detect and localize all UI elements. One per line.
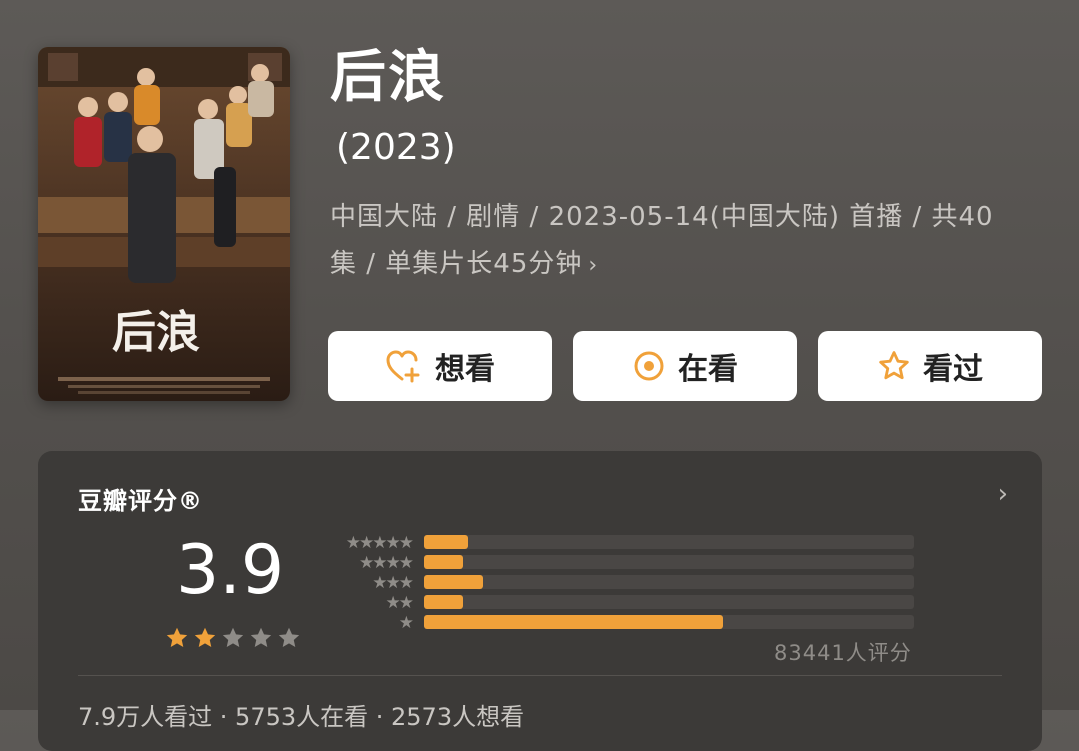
rating-bar-row-1: ★	[322, 613, 922, 633]
watched-label: 看过	[923, 352, 983, 387]
rating-bar-row-2: ★★	[322, 593, 922, 613]
audience-stats: 7.9万人看过 · 5753人在看 · 2573人想看	[78, 703, 525, 731]
rating-bar-fill-1	[424, 615, 723, 629]
rating-bar-track	[424, 535, 914, 549]
chevron-right-icon: ›	[588, 253, 599, 278]
rating-bar-stars-4: ★★★★	[359, 553, 414, 573]
meta-line-1: 中国大陆 / 剧情 / 2023-05-14(中国大陆) 首播 / 共40	[330, 202, 994, 232]
watching-button[interactable]: 在看	[573, 331, 797, 401]
rating-stars	[164, 625, 302, 651]
star-empty-icon	[250, 627, 272, 647]
rating-bar-track	[424, 615, 914, 629]
star-empty-icon	[222, 627, 244, 647]
watched-button[interactable]: 看过	[818, 331, 1042, 401]
rating-bar-fill-5	[424, 535, 468, 549]
rating-bar-stars-1: ★	[398, 613, 414, 633]
watching-label: 在看	[678, 352, 738, 387]
rating-bar-fill-4	[424, 555, 463, 569]
poster-image[interactable]: 后浪	[38, 47, 290, 401]
want-button[interactable]: 想看	[328, 331, 552, 401]
heart-plus-icon	[386, 350, 420, 383]
rating-bar-stars-2: ★★	[385, 593, 414, 613]
rating-bar-track	[424, 595, 914, 609]
poster-title: 后浪	[112, 307, 200, 358]
show-year: (2023)	[336, 127, 456, 168]
meta-line-2: 集 / 单集片长45分钟	[330, 249, 583, 279]
chevron-right-icon[interactable]: ›	[998, 479, 1008, 509]
rating-bar-fill-3	[424, 575, 483, 589]
rating-card[interactable]: 豆瓣评分® › 3.9 ★★★★★ ★★★★ ★★★ ★★ ★ 83441人评分 7.9…	[38, 451, 1042, 751]
rating-bar-track	[424, 555, 914, 569]
rating-bar-track	[424, 575, 914, 589]
rating-bar-stars-3: ★★★	[372, 573, 414, 593]
target-icon	[634, 351, 664, 381]
rating-bar-row-3: ★★★	[322, 573, 922, 593]
rating-score: 3.9	[176, 531, 285, 610]
show-meta[interactable]: 中国大陆 / 剧情 / 2023-05-14(中国大陆) 首播 / 共40 集 …	[330, 194, 1020, 289]
rating-bar-row-4: ★★★★	[322, 553, 922, 573]
rating-bar-row-5: ★★★★★	[322, 533, 922, 553]
rating-count[interactable]: 83441人评分	[774, 637, 912, 667]
rating-header: 豆瓣评分®	[78, 487, 203, 515]
divider	[78, 675, 1002, 676]
star-filled-icon	[194, 627, 216, 647]
show-title: 后浪	[330, 45, 446, 110]
rating-bar-fill-2	[424, 595, 463, 609]
want-label: 想看	[435, 352, 495, 387]
star-outline-icon	[879, 351, 909, 380]
star-filled-icon	[166, 627, 188, 647]
rating-bar-stars-5: ★★★★★	[345, 533, 414, 553]
star-empty-icon	[278, 627, 300, 647]
